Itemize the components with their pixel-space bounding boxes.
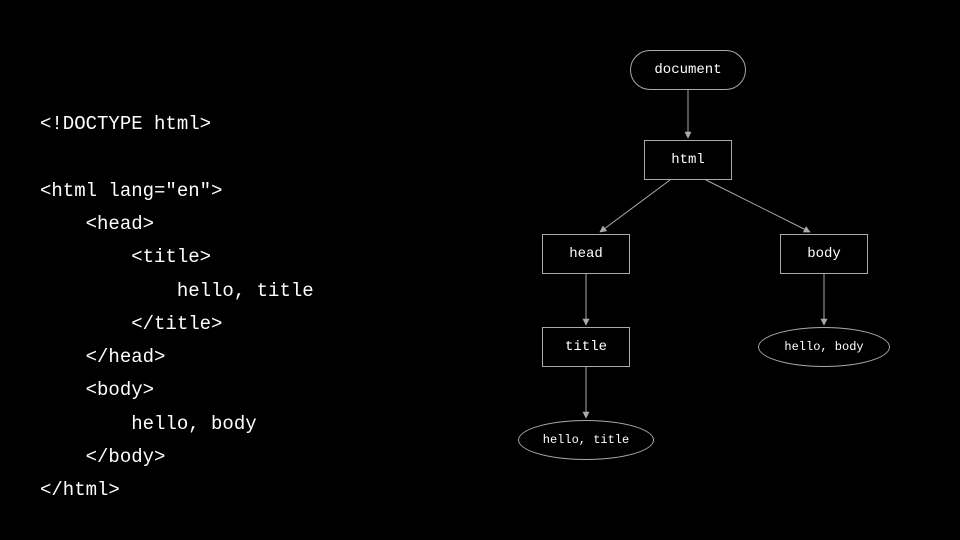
- node-text-body: hello, body: [758, 327, 890, 367]
- node-label: hello, title: [543, 433, 629, 447]
- code-line: <html lang="en">: [40, 180, 222, 202]
- code-line: <!DOCTYPE html>: [40, 113, 211, 135]
- code-line: </html>: [40, 479, 120, 501]
- node-title: title: [542, 327, 630, 367]
- node-label: body: [807, 246, 841, 262]
- node-label: head: [569, 246, 603, 262]
- node-label: title: [565, 339, 607, 355]
- code-line: <title>: [40, 246, 211, 268]
- code-line: </body>: [40, 446, 165, 468]
- node-text-title: hello, title: [518, 420, 654, 460]
- dom-tree-diagram: document html head body title hello, tit…: [470, 40, 940, 500]
- node-label: hello, body: [784, 340, 863, 354]
- code-line: <head>: [40, 213, 154, 235]
- code-line: </title>: [40, 313, 222, 335]
- code-line: hello, body: [40, 413, 257, 435]
- code-line: hello, title: [40, 280, 314, 302]
- node-body: body: [780, 234, 868, 274]
- node-document: document: [630, 50, 746, 90]
- node-label: document: [654, 62, 721, 78]
- code-line: <body>: [40, 379, 154, 401]
- html-source-code: <!DOCTYPE html> <html lang="en"> <head> …: [40, 75, 314, 507]
- node-label: html: [671, 152, 705, 168]
- code-line: </head>: [40, 346, 165, 368]
- node-head: head: [542, 234, 630, 274]
- node-html: html: [644, 140, 732, 180]
